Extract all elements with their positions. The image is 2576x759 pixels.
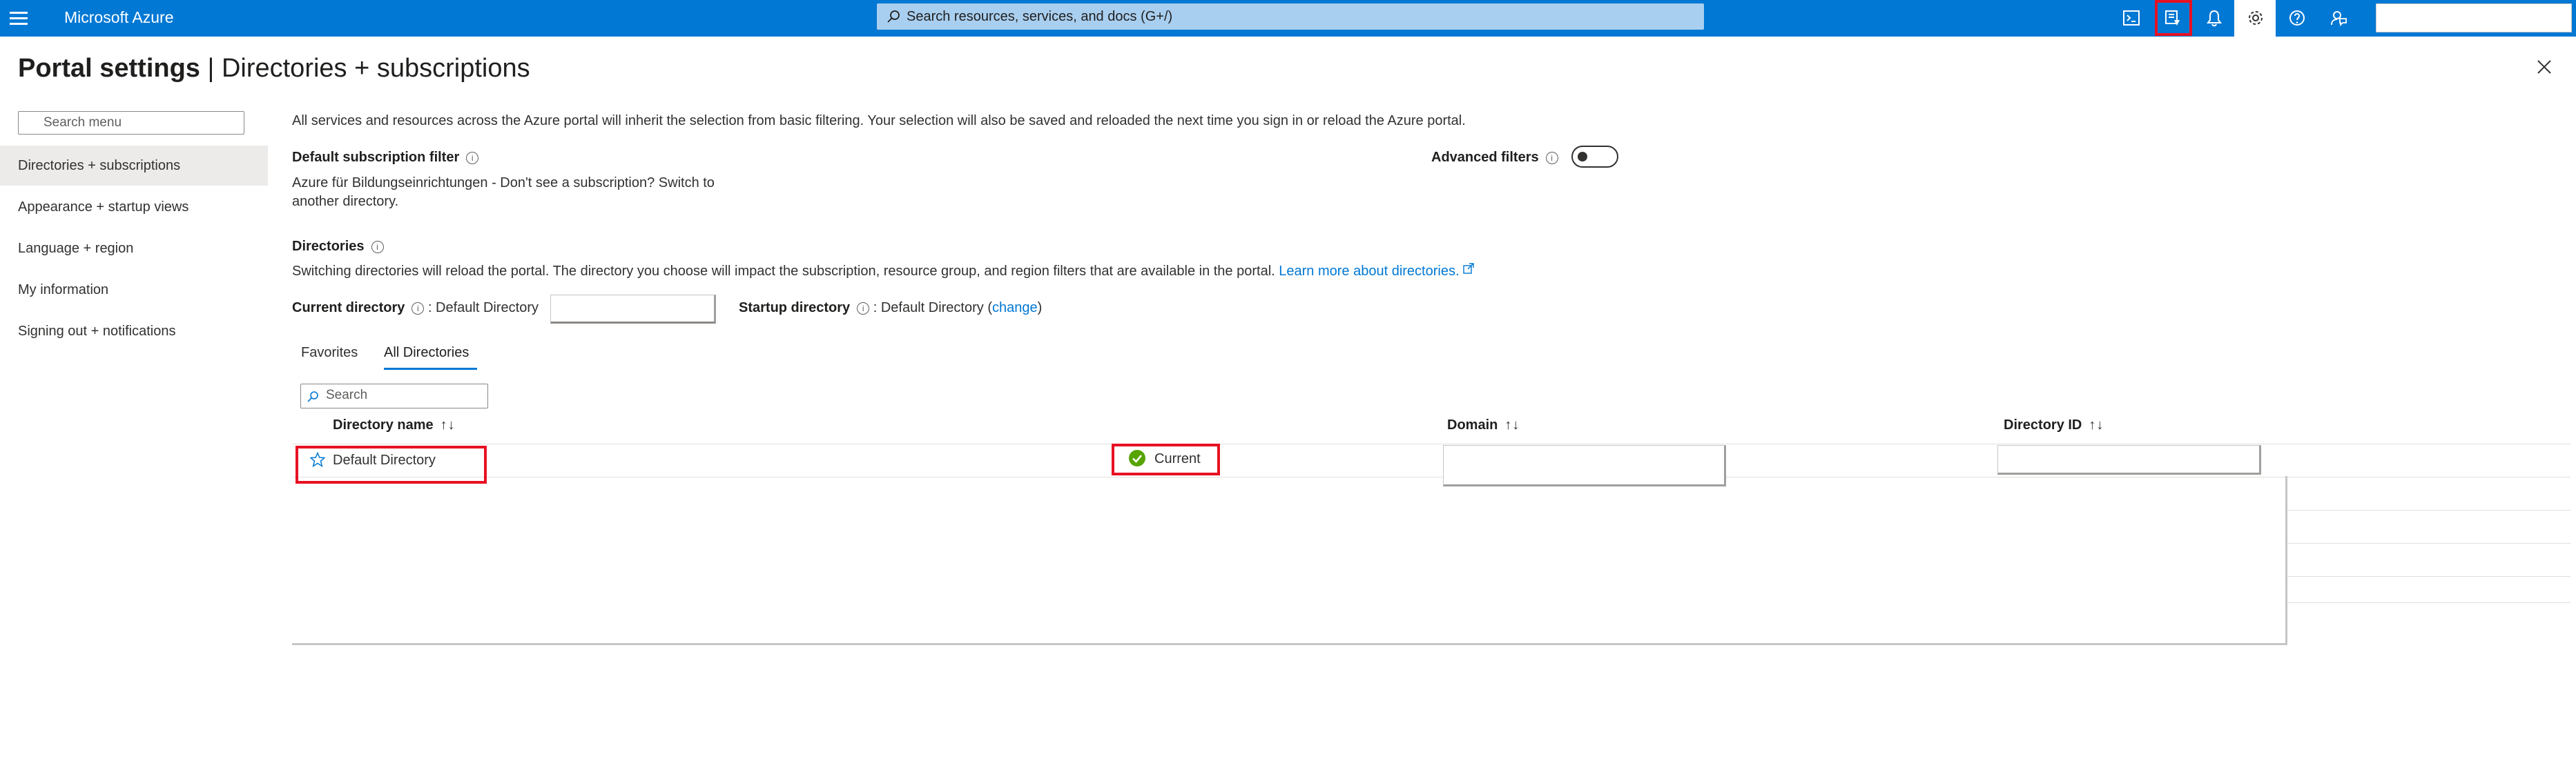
column-header-domain[interactable]: Domain ↑↓ — [1447, 417, 1520, 433]
info-icon[interactable]: i — [371, 241, 384, 253]
toggle-knob — [1578, 152, 1587, 161]
startup-directory-label: Startup directory — [739, 300, 851, 315]
column-header-label: Domain — [1447, 417, 1498, 433]
sort-icon[interactable]: ↑↓ — [2089, 417, 2104, 433]
info-icon[interactable]: i — [466, 152, 479, 164]
directory-search-input[interactable]: Search — [300, 384, 488, 408]
account-button[interactable] — [2376, 3, 2572, 32]
directory-id-cell[interactable] — [1997, 445, 2261, 475]
global-search-placeholder: Search resources, services, and docs (G+… — [907, 9, 1173, 24]
column-header-label: Directory ID — [2004, 417, 2082, 433]
startup-directory-row: Startup directory i : Default Directory (… — [739, 299, 1042, 317]
highlight-box — [2155, 0, 2192, 36]
domain-cell[interactable] — [1443, 445, 1726, 486]
close-icon[interactable] — [2534, 57, 2555, 77]
startup-directory-close: ) — [1037, 300, 1043, 315]
active-tab-indicator — [384, 368, 477, 370]
startup-directory-value: : Default Directory ( — [873, 300, 992, 315]
default-filter-text-2: another directory. — [292, 194, 399, 209]
global-search-input[interactable]: Search resources, services, and docs (G+… — [877, 3, 1704, 30]
feedback-icon — [2331, 11, 2347, 27]
row-divider — [2287, 602, 2570, 603]
default-filter-heading: Default subscription filter i — [292, 148, 479, 166]
directory-search-placeholder: Search — [326, 388, 368, 402]
change-link[interactable]: change — [992, 300, 1038, 315]
search-icon — [307, 391, 318, 402]
current-directory-field[interactable] — [550, 295, 716, 324]
tab-all-directories[interactable]: All Directories — [384, 344, 469, 362]
cloud-shell-icon — [2123, 10, 2140, 26]
row-divider — [2287, 543, 2570, 544]
learn-more-link[interactable]: Learn more about directories. — [1279, 264, 1459, 279]
menu-item-signing-out[interactable]: Signing out + notifications — [0, 311, 268, 351]
brand-title[interactable]: Microsoft Azure — [64, 7, 174, 28]
default-filter-text-1: Azure für Bildungseinrichtungen - Don't … — [292, 175, 715, 190]
menu-search-input[interactable]: Search menu — [18, 111, 244, 135]
tab-favorites[interactable]: Favorites — [301, 344, 358, 362]
page-title-sep: | — [200, 54, 222, 83]
settings-icon — [2249, 11, 2263, 25]
directories-description: Switching directories will reload the po… — [292, 262, 1474, 280]
notifications-button[interactable] — [2193, 0, 2234, 37]
directories-heading: Directories i — [292, 237, 384, 255]
cloud-shell-button[interactable] — [2110, 0, 2151, 37]
external-link-icon[interactable] — [1463, 263, 1474, 274]
column-header-directory-id[interactable]: Directory ID ↑↓ — [2004, 417, 2104, 433]
sort-icon[interactable]: ↑↓ — [440, 417, 456, 433]
menu-item-appearance[interactable]: Appearance + startup views — [0, 187, 268, 227]
settings-button[interactable] — [2234, 0, 2276, 37]
current-directory-label: Current directory — [292, 300, 405, 315]
menu-item-language[interactable]: Language + region — [0, 228, 268, 268]
page-title-rest: Directories + subscriptions — [221, 54, 530, 83]
feedback-button[interactable] — [2317, 0, 2359, 37]
grid-border — [292, 643, 2287, 645]
default-filter-label: Default subscription filter — [292, 150, 460, 165]
column-header-directory-name[interactable]: Directory name ↑↓ — [333, 417, 456, 433]
info-icon[interactable]: i — [1545, 152, 1558, 164]
row-divider — [2287, 576, 2570, 577]
current-directory-value: : Default Directory — [427, 300, 539, 315]
highlight-box — [296, 446, 487, 484]
notifications-icon — [2207, 10, 2222, 27]
current-directory-row: Current directory i : Default Directory — [292, 299, 539, 317]
intro-text: All services and resources across the Az… — [292, 113, 1466, 128]
sort-icon[interactable]: ↑↓ — [1504, 417, 1520, 433]
info-icon[interactable]: i — [857, 302, 870, 315]
menu-item-my-information[interactable]: My information — [0, 270, 268, 310]
help-icon — [2289, 10, 2305, 26]
highlight-box — [1112, 444, 1220, 475]
menu-icon[interactable] — [10, 10, 28, 26]
page-title-bold: Portal settings — [18, 54, 200, 83]
grid-border — [2285, 476, 2287, 645]
column-header-label: Directory name — [333, 417, 434, 433]
directories-desc-text: Switching directories will reload the po… — [292, 264, 1275, 279]
search-icon — [887, 10, 900, 23]
info-icon[interactable]: i — [411, 302, 425, 315]
help-button[interactable] — [2276, 0, 2317, 37]
directories-label: Directories — [292, 239, 365, 254]
menu-search-placeholder: Search menu — [43, 115, 122, 130]
page-title: Portal settings | Directories + subscrip… — [18, 52, 530, 84]
advanced-filters-toggle[interactable] — [1571, 146, 1618, 168]
row-divider — [2287, 510, 2570, 511]
menu-item-directories[interactable]: Directories + subscriptions — [0, 146, 268, 186]
advanced-filters-label: Advanced filters — [1431, 150, 1539, 165]
advanced-filters-heading: Advanced filters i — [1431, 148, 1558, 166]
